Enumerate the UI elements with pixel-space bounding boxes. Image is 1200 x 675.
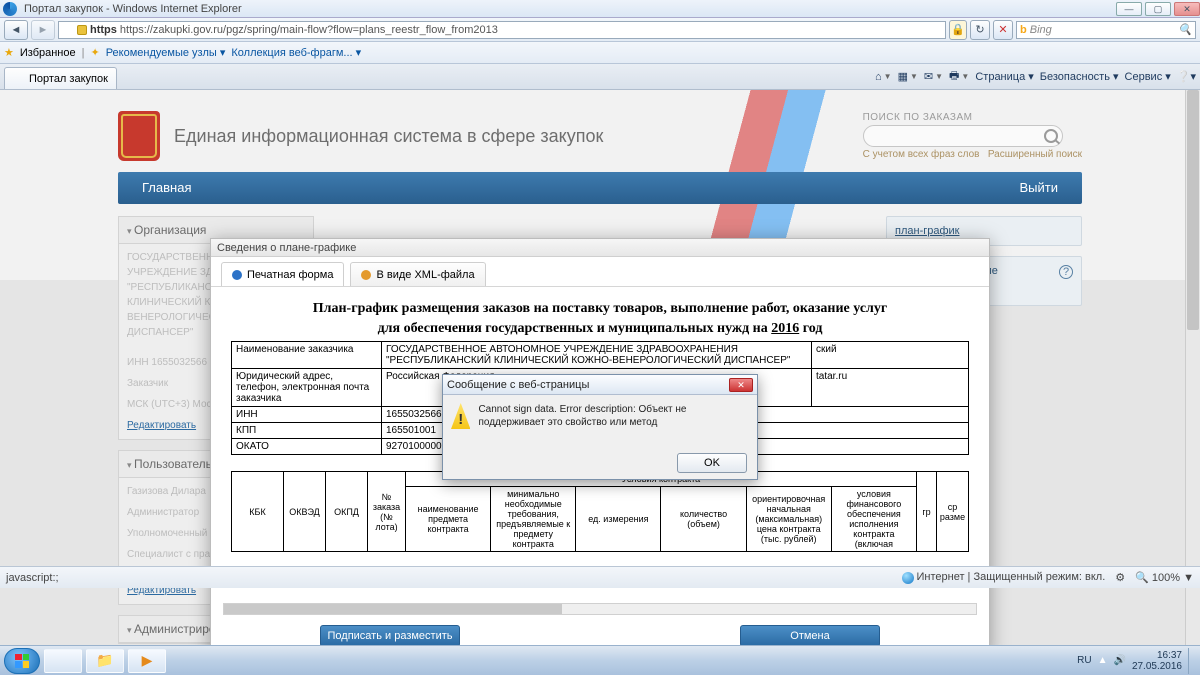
dot-icon bbox=[232, 270, 242, 280]
magnifier-icon bbox=[1044, 129, 1058, 143]
lock-icon bbox=[77, 25, 87, 35]
tab-favicon bbox=[13, 73, 25, 85]
tray-lang[interactable]: RU bbox=[1077, 655, 1091, 666]
status-gear[interactable]: ⚙ bbox=[1115, 571, 1125, 584]
alert-close-button[interactable]: ✕ bbox=[729, 378, 753, 392]
page-icon bbox=[62, 24, 74, 36]
ssl-dropdown[interactable]: 🔒 bbox=[949, 20, 967, 40]
sign-publish-button[interactable]: Подписать и разместить bbox=[320, 625, 460, 647]
taskbar-media-icon[interactable]: ▶ bbox=[128, 649, 166, 673]
tab-xml[interactable]: В виде XML-файла bbox=[350, 262, 485, 286]
tab-print-form[interactable]: Печатная форма bbox=[221, 262, 344, 286]
url-field[interactable]: httpshttps://zakupki.gov.ru/pgz/spring/m… bbox=[58, 21, 946, 39]
help-menu[interactable]: ❔▾ bbox=[1177, 70, 1196, 83]
search-label: ПОИСК ПО ЗАКАЗАМ bbox=[863, 112, 1082, 123]
show-desktop[interactable] bbox=[1188, 648, 1196, 674]
search-account-phrase[interactable]: С учетом всех фраз слов bbox=[863, 149, 980, 160]
close-button[interactable]: ✕ bbox=[1174, 2, 1200, 16]
safety-menu[interactable]: Безопасность ▾ bbox=[1040, 70, 1119, 83]
maximize-button[interactable]: ▢ bbox=[1145, 2, 1171, 16]
url-text: https://zakupki.gov.ru/pgz/spring/main-f… bbox=[120, 24, 498, 36]
suggested-icon: ✦ bbox=[90, 46, 99, 59]
warning-icon bbox=[451, 403, 470, 429]
status-left-text: javascript:; bbox=[6, 572, 59, 584]
site-navbar: Главная Выйти bbox=[118, 172, 1082, 204]
browser-tab[interactable]: Портал закупок bbox=[4, 67, 117, 89]
advanced-search-link[interactable]: Расширенный поиск bbox=[988, 149, 1082, 160]
cancel-button[interactable]: Отмена bbox=[740, 625, 880, 647]
web-slice-gallery[interactable]: Коллекция веб-фрагм... ▾ bbox=[231, 46, 361, 59]
nav-home[interactable]: Главная bbox=[118, 172, 215, 204]
refresh-button[interactable]: ↻ bbox=[970, 20, 990, 40]
back-button[interactable]: ◄ bbox=[4, 20, 28, 40]
address-bar: ◄ ► httpshttps://zakupki.gov.ru/pgz/spri… bbox=[0, 18, 1200, 42]
minimize-button[interactable]: — bbox=[1116, 2, 1142, 16]
start-button[interactable] bbox=[4, 648, 40, 674]
print-menu[interactable]: 🖶▼ bbox=[949, 67, 969, 86]
tray-flag-icon[interactable]: ▲ bbox=[1098, 655, 1108, 666]
taskbar: 📁 ▶ RU ▲ 🔊 16:3727.05.2016 bbox=[0, 645, 1200, 675]
forward-button[interactable]: ► bbox=[31, 20, 55, 40]
stop-button[interactable]: ✕ bbox=[993, 20, 1013, 40]
alert-ok-button[interactable]: OK bbox=[677, 453, 747, 473]
tools-menu[interactable]: Сервис ▾ bbox=[1125, 70, 1171, 83]
tab-strip: Портал закупок ⌂▼ ▦▼ ✉▼ 🖶▼ Страница ▾ Бе… bbox=[0, 64, 1200, 90]
zoom-control[interactable]: 🔍 100% ▼ bbox=[1135, 571, 1194, 584]
taskbar-ie-icon[interactable] bbox=[44, 649, 82, 673]
suggested-sites[interactable]: Рекомендуемые узлы ▾ bbox=[106, 46, 226, 59]
tray-clock[interactable]: 16:3727.05.2016 bbox=[1132, 650, 1182, 672]
page-menu[interactable]: Страница ▾ bbox=[975, 70, 1033, 83]
site-search-input[interactable] bbox=[863, 125, 1063, 147]
alert-title: Сообщение с веб-страницы bbox=[447, 379, 589, 391]
modal-tabs: Печатная форма В виде XML-файла bbox=[211, 257, 989, 287]
favorites-bar: ★ Избранное | ✦ Рекомендуемые узлы ▾ Кол… bbox=[0, 42, 1200, 64]
info-icon[interactable]: ? bbox=[1059, 265, 1073, 279]
state-emblem-icon bbox=[118, 111, 160, 161]
status-bar: javascript:; Интернет | Защищенный режим… bbox=[0, 566, 1200, 588]
nav-exit[interactable]: Выйти bbox=[996, 172, 1083, 204]
tray-sound-icon[interactable]: 🔊 bbox=[1113, 655, 1125, 666]
dot-icon bbox=[361, 270, 371, 280]
globe-icon bbox=[902, 572, 914, 584]
search-icon: 🔍 bbox=[1178, 23, 1192, 36]
favorites-star-icon[interactable]: ★ bbox=[4, 46, 14, 59]
window-title: Портал закупок - Windows Internet Explor… bbox=[20, 3, 246, 15]
alert-titlebar[interactable]: Сообщение с веб-страницы ✕ bbox=[443, 375, 757, 395]
taskbar-explorer-icon[interactable]: 📁 bbox=[86, 649, 124, 673]
window-titlebar: Портал закупок - Windows Internet Explor… bbox=[0, 0, 1200, 18]
modal-title: Сведения о плане-графике bbox=[211, 239, 989, 257]
alert-message: Cannot sign data. Error description: Объ… bbox=[478, 403, 749, 429]
protected-mode-label[interactable]: Интернет | Защищенный режим: вкл. bbox=[916, 571, 1105, 583]
site-header: Единая информационная система в сфере за… bbox=[118, 100, 1082, 172]
site-title: Единая информационная система в сфере за… bbox=[174, 126, 603, 147]
ie-icon bbox=[3, 2, 17, 16]
contract-table-header: КБК ОКВЭД ОКПД № заказа (№ лота) Условия… bbox=[231, 471, 969, 552]
doc-heading-1: План-график размещения заказов на постав… bbox=[231, 301, 969, 317]
js-alert-dialog: Сообщение с веб-страницы ✕ Cannot sign d… bbox=[442, 374, 758, 480]
feeds-menu[interactable]: ▦▼ bbox=[898, 70, 918, 83]
browser-search-box[interactable]: bBing 🔍 bbox=[1016, 21, 1196, 39]
modal-hscroll[interactable] bbox=[223, 603, 977, 615]
home-menu[interactable]: ⌂▼ bbox=[875, 71, 892, 83]
mail-menu[interactable]: ✉▼ bbox=[924, 70, 943, 83]
favorites-label[interactable]: Избранное bbox=[20, 47, 76, 59]
doc-heading-2: для обеспечения государственных и муници… bbox=[231, 321, 969, 337]
